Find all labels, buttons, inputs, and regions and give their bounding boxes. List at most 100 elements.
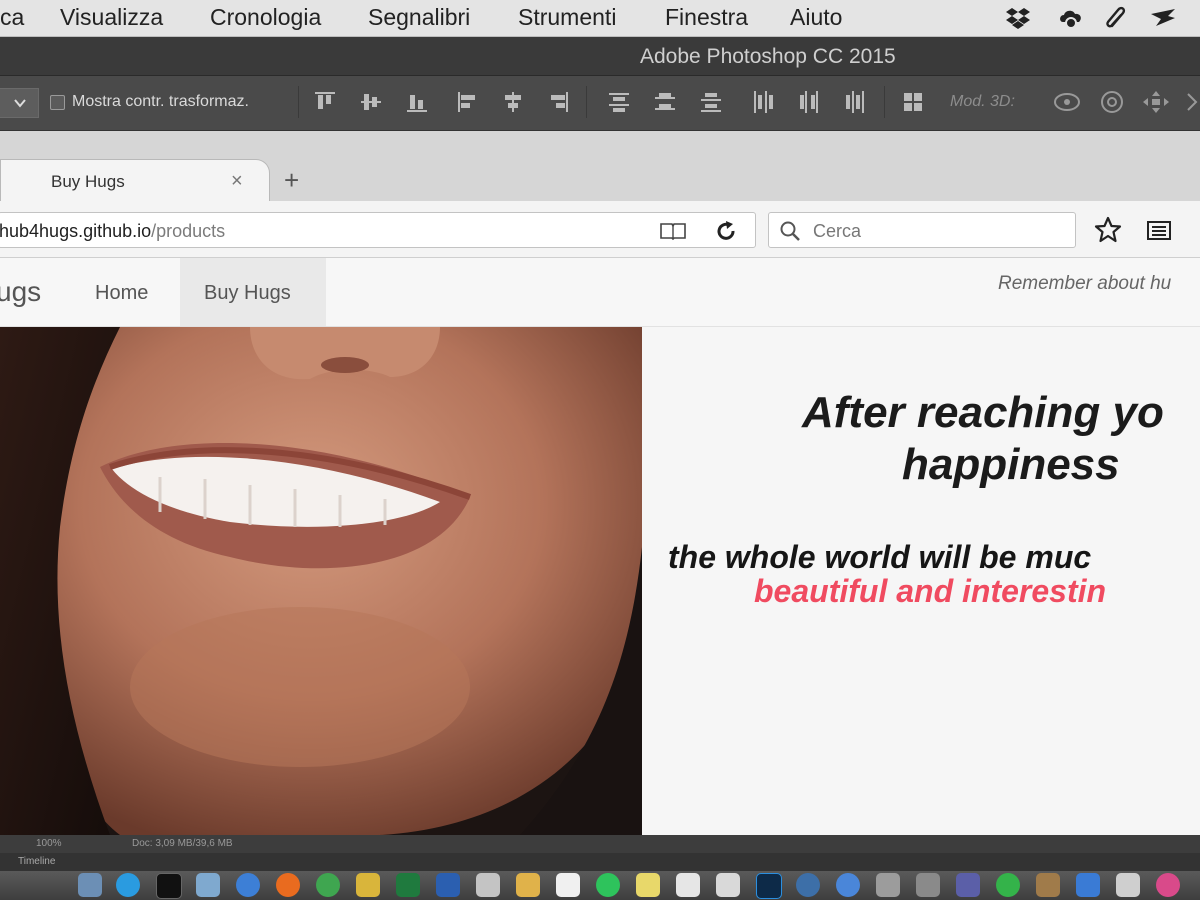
tab-close-button[interactable]: × (231, 170, 243, 193)
messages-icon[interactable] (356, 873, 380, 897)
preview-icon[interactable] (196, 873, 220, 897)
excel-icon[interactable] (396, 873, 420, 897)
search-icon (780, 221, 800, 241)
vpn-icon[interactable] (1076, 873, 1100, 897)
separator (884, 86, 885, 118)
nav-link-home[interactable]: Home (95, 282, 148, 305)
browser-tab-strip: Buy Hugs × + (0, 131, 1200, 203)
tool-preset-dropdown[interactable] (0, 88, 39, 118)
bookmark-star-icon[interactable] (1094, 216, 1122, 244)
distribute-top-icon[interactable] (608, 90, 630, 114)
show-transform-controls-checkbox[interactable] (50, 95, 65, 110)
align-top-icon[interactable] (314, 90, 336, 114)
photoshop-icon[interactable] (756, 873, 782, 899)
color-picker-icon[interactable] (1156, 873, 1180, 897)
photo-booth-icon[interactable] (876, 873, 900, 897)
terminal-icon[interactable] (156, 873, 182, 899)
creative-cloud-icon[interactable] (1058, 6, 1084, 30)
mac-menu-bar: ca Visualizza Cronologia Segnalibri Stru… (0, 0, 1200, 37)
notes-icon[interactable] (516, 873, 540, 897)
distribute-left-icon[interactable] (752, 90, 774, 114)
separator (298, 86, 299, 118)
menu-item-window[interactable]: Finestra (665, 4, 748, 31)
globe-icon[interactable] (796, 873, 820, 897)
show-transform-controls-label: Mostra contr. trasformaz. (72, 93, 249, 110)
browser-nav-bar: hub4hugs.github.io/products Cerca (0, 201, 1200, 258)
menu-item-tools[interactable]: Strumenti (518, 4, 616, 31)
bookmarks-menu-icon[interactable] (1146, 218, 1172, 242)
site-tagline: Remember about hu (998, 273, 1172, 294)
menu-item-file[interactable]: ca (0, 4, 24, 31)
document-size: Doc: 3,09 MB/39,6 MB (132, 838, 233, 849)
menu-item-bookmarks[interactable]: Segnalibri (368, 4, 470, 31)
slide-3d-icon[interactable] (1184, 90, 1200, 114)
new-tab-button[interactable]: + (284, 165, 299, 196)
distribute-vertical-center-icon[interactable] (654, 90, 676, 114)
script-editor-icon[interactable] (716, 873, 740, 897)
search-placeholder: Cerca (813, 221, 862, 241)
virtualbox-icon[interactable] (1116, 873, 1140, 897)
reader-view-icon[interactable] (659, 221, 687, 241)
distribute-bottom-icon[interactable] (700, 90, 722, 114)
auto-align-layers-icon[interactable] (902, 90, 924, 114)
menu-item-history[interactable]: Cronologia (210, 4, 321, 31)
hero-headline: After reaching yo happiness (642, 387, 1200, 491)
site-navbar: ugs Home Buy Hugs Remember about hu (0, 258, 1200, 327)
reload-icon[interactable] (713, 219, 739, 243)
whatsapp-icon[interactable] (996, 873, 1020, 897)
separator (586, 86, 587, 118)
word-icon[interactable] (436, 873, 460, 897)
image-capture-icon[interactable] (956, 873, 980, 897)
nav-link-buy-hugs-label: Buy Hugs (204, 282, 291, 304)
tab-title: Buy Hugs (51, 172, 125, 191)
distribute-right-icon[interactable] (844, 90, 866, 114)
hero-image-smiling-woman (0, 327, 642, 835)
dropbox-icon[interactable] (1005, 6, 1031, 30)
photos-icon[interactable] (1036, 873, 1060, 897)
hero-headline-line2: happiness (902, 440, 1120, 489)
orbit-3d-icon[interactable] (1052, 90, 1082, 114)
sync-icon[interactable] (1150, 6, 1176, 30)
pan-3d-icon[interactable] (1142, 90, 1170, 114)
url-text: hub4hugs.github.io/products (0, 221, 225, 242)
document-icon[interactable] (676, 873, 700, 897)
url-host: hub4hugs.github.io (0, 221, 152, 241)
align-horizontal-center-icon[interactable] (502, 90, 524, 114)
smile-illustration (0, 327, 642, 835)
align-vertical-center-icon[interactable] (360, 90, 382, 114)
site-brand[interactable]: ugs (0, 276, 41, 308)
firefox-icon[interactable] (276, 873, 300, 897)
menu-item-help[interactable]: Aiuto (790, 4, 842, 31)
align-right-icon[interactable] (548, 90, 570, 114)
safari-icon[interactable] (236, 873, 260, 897)
tab-buy-hugs[interactable]: Buy Hugs × (0, 159, 270, 203)
textedit-icon[interactable] (476, 873, 500, 897)
chevron-down-icon (14, 99, 26, 108)
finder-icon[interactable] (78, 873, 102, 897)
spotify-icon[interactable] (596, 873, 620, 897)
hero-headline-line1: After reaching yo (802, 388, 1164, 437)
roll-3d-icon[interactable] (1098, 90, 1126, 114)
stickies-icon[interactable] (636, 873, 660, 897)
align-left-icon[interactable] (456, 90, 478, 114)
chrome-icon[interactable] (316, 873, 340, 897)
menu-item-view[interactable]: Visualizza (60, 4, 163, 31)
skype-icon[interactable] (116, 873, 140, 897)
timeline-tab[interactable]: Timeline (18, 856, 55, 867)
attachment-icon[interactable] (1104, 6, 1130, 30)
zoom-level[interactable]: 100% (36, 838, 62, 849)
nav-link-buy-hugs[interactable]: Buy Hugs (180, 258, 326, 326)
search-bar[interactable]: Cerca (768, 212, 1076, 248)
photoshop-options-bar: Mostra contr. trasformaz. Mod. 3D: (0, 76, 1200, 131)
url-path: /products (151, 221, 226, 241)
photoshop-title-bar: Adobe Photoshop CC 2015 (0, 37, 1200, 76)
photoshop-window-title: Adobe Photoshop CC 2015 (640, 45, 896, 68)
calendar-icon[interactable] (556, 873, 580, 897)
photoshop-status-bar: 100% Doc: 3,09 MB/39,6 MB (0, 835, 1200, 853)
align-bottom-icon[interactable] (406, 90, 428, 114)
rocket-icon[interactable] (916, 873, 940, 897)
url-bar[interactable]: hub4hugs.github.io/products (0, 212, 756, 248)
hero-subline-line2: beautiful and interestin (754, 573, 1107, 609)
distribute-horizontal-center-icon[interactable] (798, 90, 820, 114)
app-store-icon[interactable] (836, 873, 860, 897)
